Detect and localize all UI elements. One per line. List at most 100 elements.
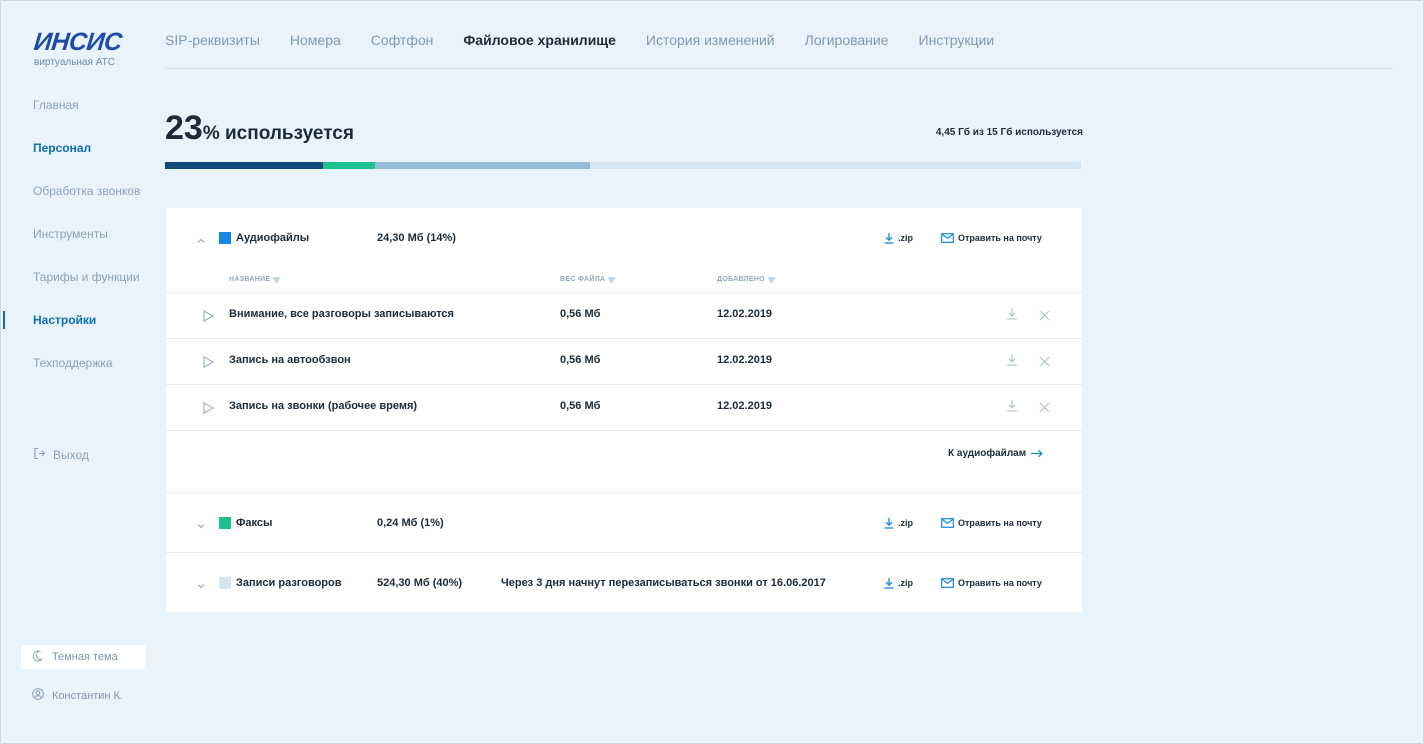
sidebar-item-support[interactable]: Техподдержка [1,349,151,392]
goto-audio-label: К аудиофайлам [948,448,1027,459]
section-audio-name: Аудиофайлы [236,232,310,244]
usage-bar-segment [322,162,375,169]
file-date: 12.02.2019 [717,400,773,412]
dark-theme-toggle[interactable]: Темная тема [21,645,146,669]
file-size: 0,56 Мб [560,400,601,412]
divider [166,430,1082,431]
tab-logging[interactable]: Логирование [805,31,889,68]
sidebar-item-call-processing[interactable]: Обработка звонков [1,177,151,220]
usage-label: % используется [202,123,354,144]
audio-download-zip[interactable]: .zip [883,232,913,244]
file-size: 0,56 Мб [560,308,601,320]
sidebar-item-settings[interactable]: Настройки [1,306,151,349]
tab-numbers[interactable]: Номера [290,31,341,68]
usage-progress-bar [165,162,1081,169]
close-icon[interactable] [1039,308,1050,321]
fax-color-swatch [219,517,231,529]
file-date: 12.02.2019 [717,308,773,320]
column-header-date[interactable]: ДОБАВЛЕНО [717,276,775,283]
calls-send-mail[interactable]: Отравить на почту [941,578,1042,588]
fax-send-mail[interactable]: Отравить на почту [941,518,1042,528]
close-icon[interactable] [1039,354,1050,367]
calls-download-zip[interactable]: .zip [883,577,913,589]
download-icon[interactable] [1006,399,1018,412]
mail-icon [941,518,954,528]
section-calls-note: Через 3 дня начнут перезаписываться звон… [501,577,826,589]
audio-send-mail[interactable]: Отравить на почту [941,233,1042,243]
zip-label: .zip [898,578,913,588]
logo-subtitle: виртуальная АТС [34,57,115,68]
sidebar: Главная Персонал Обработка звонков Инстр… [1,91,151,392]
logout-button[interactable]: Выход [33,447,89,463]
logout-label: Выход [53,448,89,462]
column-header-name[interactable]: НАЗВАНИЕ [229,276,281,283]
section-fax-header: Факсы 0,24 Мб (1%) .zip Отравить на почт… [166,493,1082,553]
mail-icon [941,578,954,588]
play-icon[interactable] [202,401,215,414]
section-audio-header: Аудиофайлы 24,30 Мб (14%) .zip Отравить … [166,208,1082,268]
arrow-right-icon [1031,449,1043,458]
chevron-down-icon[interactable] [196,518,206,529]
sidebar-item-staff[interactable]: Персонал [1,134,151,177]
goto-audio-link[interactable]: К аудиофайлам [948,448,1043,459]
download-icon [884,578,894,589]
download-icon [884,233,894,244]
download-icon [884,518,894,529]
tab-instructions[interactable]: Инструкции [919,31,995,68]
download-icon[interactable] [1006,307,1018,320]
column-header-name-label: НАЗВАНИЕ [229,276,271,283]
tab-change-history[interactable]: История изменений [646,31,775,68]
section-calls-size: 524,30 Мб (40%) [377,577,463,589]
audio-color-swatch [219,232,231,244]
file-date: 12.02.2019 [717,354,773,366]
sort-icon [273,277,281,282]
file-name: Запись на звонки (рабочее время) [229,400,418,412]
sort-icon [608,277,616,282]
section-calls-header: Записи разговоров 524,30 Мб (40%) Через … [166,553,1082,613]
table-row: Запись на звонки (рабочее время) 0,56 Мб… [166,384,1082,430]
logo-mark: ИНСИС [32,28,124,56]
mail-label: Отравить на почту [958,578,1042,588]
column-header-size[interactable]: ВЕС ФАЙЛА [560,276,616,283]
sidebar-item-tariffs[interactable]: Тарифы и функции [1,263,151,306]
app-frame: ИНСИС виртуальная АТС Главная Персонал О… [0,0,1424,744]
chevron-down-icon[interactable] [196,578,206,589]
mail-label: Отравить на почту [958,233,1042,243]
file-name: Запись на автообзвон [229,354,351,366]
sidebar-item-home[interactable]: Главная [1,91,151,134]
sidebar-item-tools[interactable]: Инструменты [1,220,151,263]
section-fax-size: 0,24 Мб (1%) [377,517,444,529]
file-size: 0,56 Мб [560,354,601,366]
fax-download-zip[interactable]: .zip [883,517,913,529]
section-calls-name: Записи разговоров [236,577,342,589]
user-profile[interactable]: Константин К. [32,688,123,703]
dark-theme-label: Темная тема [52,651,118,663]
column-header-size-label: ВЕС ФАЙЛА [560,276,606,283]
section-fax-name: Факсы [236,517,273,529]
moon-icon [32,650,44,665]
logo[interactable]: ИНСИС виртуальная АТС [32,28,124,68]
play-icon[interactable] [202,309,215,322]
table-row: Запись на автообзвон 0,56 Мб 12.02.2019 [166,338,1082,384]
section-audio-size: 24,30 Мб (14%) [377,232,456,244]
file-name: Внимание, все разговоры записываются [229,308,454,320]
calls-color-swatch [219,577,231,589]
close-icon[interactable] [1039,400,1050,413]
play-icon[interactable] [202,355,215,368]
chevron-up-icon[interactable] [196,233,206,243]
user-icon [32,688,44,703]
usage-bar-segment [165,162,323,169]
zip-label: .zip [898,518,913,528]
mail-icon [941,233,954,243]
tab-file-storage[interactable]: Файловое хранилище [463,31,616,68]
column-header-date-label: ДОБАВЛЕНО [717,276,765,283]
top-tabs: SIP-реквизиты Номера Софтфон Файловое хр… [165,31,1393,69]
user-name: Константин К. [52,689,123,702]
usage-bar-segment [374,162,590,169]
sort-icon [767,277,775,282]
tab-sip-details[interactable]: SIP-реквизиты [165,31,260,68]
storage-card: Аудиофайлы 24,30 Мб (14%) .zip Отравить … [166,208,1082,612]
download-icon[interactable] [1006,353,1018,366]
tab-softphone[interactable]: Софтфон [371,31,434,68]
zip-label: .zip [898,233,913,243]
